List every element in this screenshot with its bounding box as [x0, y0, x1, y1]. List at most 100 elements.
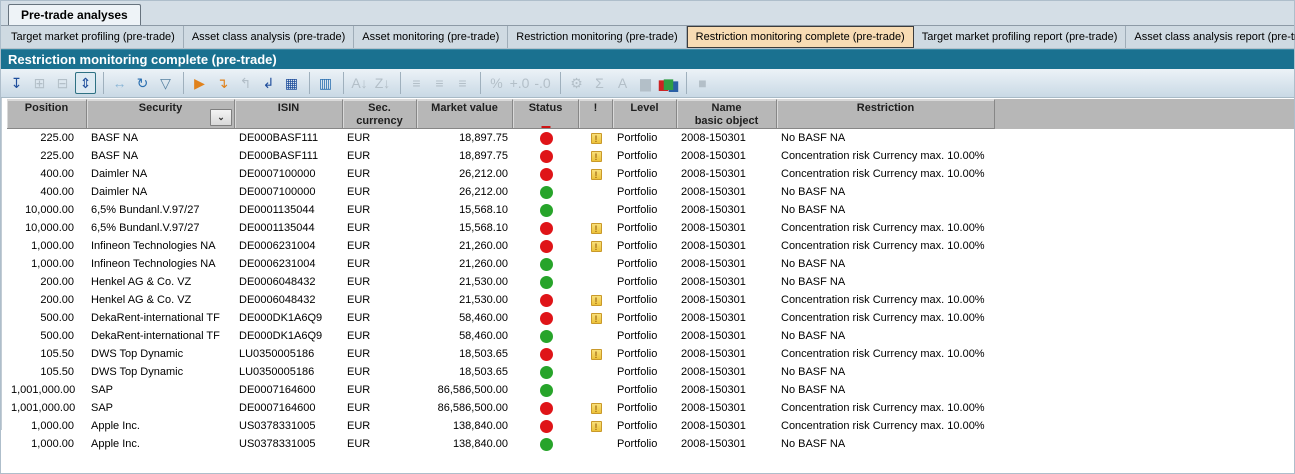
chart-color-icon[interactable]: ▆ [658, 72, 679, 94]
column-header-isin[interactable]: ISIN [235, 99, 343, 129]
cell-currency: EUR [343, 381, 417, 399]
table-row[interactable]: 1,001,000.00 SAP DE0007164600 EUR 86,586… [7, 381, 1294, 399]
cell-market-value: 15,568.10 [417, 201, 513, 219]
table-row[interactable]: 225.00 BASF NA DE000BASF111 EUR 18,897.7… [7, 147, 1294, 165]
sort-descending-icon[interactable]: Z↓ [372, 72, 393, 94]
tab-pre-trade-analyses[interactable]: Pre-trade analyses [8, 4, 141, 25]
drill-back-icon[interactable]: ↰ [235, 72, 256, 94]
table-row[interactable]: 10,000.00 6,5% Bundanl.V.97/27 DE0001135… [7, 201, 1294, 219]
drill-step-icon[interactable]: ↴ [212, 72, 233, 94]
percent-format-icon[interactable]: % [480, 72, 507, 94]
fit-row-height-icon[interactable]: ⇕ [75, 72, 96, 94]
table-row[interactable]: 400.00 Daimler NA DE0007100000 EUR 26,21… [7, 183, 1294, 201]
warning-icon: ! [591, 241, 602, 252]
table-row[interactable]: 500.00 DekaRent-international TF DE000DK… [7, 327, 1294, 345]
cell-basic-object: 2008-150301 [677, 201, 777, 219]
format-values-icon[interactable]: ⚙ [560, 72, 587, 94]
sum-icon[interactable]: Σ [589, 72, 610, 94]
cell-position: 225.00 [7, 129, 87, 147]
table-row[interactable]: 1,000.00 Infineon Technologies NA DE0006… [7, 237, 1294, 255]
table-row[interactable]: 1,000.00 Infineon Technologies NA DE0006… [7, 255, 1294, 273]
tab-restriction-monitoring[interactable]: Restriction monitoring (pre-trade) [508, 26, 686, 48]
column-header-status[interactable]: Status [513, 99, 579, 129]
cell-market-value: 58,460.00 [417, 309, 513, 327]
tab-target-market-profiling-report[interactable]: Target market profiling report (pre-trad… [914, 26, 1127, 48]
tab-restriction-monitoring-complete[interactable]: Restriction monitoring complete (pre-tra… [687, 26, 914, 48]
cell-security: Henkel AG & Co. VZ [87, 291, 235, 309]
cell-isin: DE000BASF111 [235, 147, 343, 165]
tab-asset-class-analysis-report[interactable]: Asset class analysis report (pre-trade) [1126, 26, 1295, 48]
chart-columns-icon[interactable]: ▦ [281, 72, 302, 94]
table-row[interactable]: 200.00 Henkel AG & Co. VZ DE0006048432 E… [7, 291, 1294, 309]
decimal-add-icon[interactable]: +.0 [509, 72, 530, 94]
column-header-market-value[interactable]: Market value [417, 99, 513, 129]
cell-status [513, 165, 579, 183]
table-row[interactable]: 500.00 DekaRent-international TF DE000DK… [7, 309, 1294, 327]
cell-market-value: 138,840.00 [417, 417, 513, 435]
sort-ascending-icon[interactable]: A↓ [343, 72, 370, 94]
expand-all-icon[interactable]: ⊞ [29, 72, 50, 94]
table-row[interactable]: 105.50 DWS Top Dynamic LU0350005186 EUR … [7, 363, 1294, 381]
table-row[interactable]: 400.00 Daimler NA DE0007100000 EUR 26,21… [7, 165, 1294, 183]
cell-level: Portfolio [613, 309, 677, 327]
cell-level: Portfolio [613, 147, 677, 165]
column-header-sec-currency[interactable]: Sec. currency [343, 99, 417, 129]
stop-icon[interactable]: ■ [686, 72, 713, 94]
table-row[interactable]: 1,001,000.00 SAP DE0007164600 EUR 86,586… [7, 399, 1294, 417]
chevron-down-icon: ⌄ [217, 111, 225, 124]
table-row[interactable]: 200.00 Henkel AG & Co. VZ DE0006048432 E… [7, 273, 1294, 291]
table-row[interactable]: 10,000.00 6,5% Bundanl.V.97/27 DE0001135… [7, 219, 1294, 237]
cell-position: 1,001,000.00 [7, 381, 87, 399]
cell-warning [579, 381, 613, 399]
chart-mono-icon[interactable]: ▆ [635, 72, 656, 94]
cell-security: 6,5% Bundanl.V.97/27 [87, 219, 235, 237]
cell-isin: US0378331005 [235, 417, 343, 435]
cell-currency: EUR [343, 399, 417, 417]
cell-status [513, 435, 579, 453]
cell-market-value: 15,568.10 [417, 219, 513, 237]
column-header-level[interactable]: Level [613, 99, 677, 129]
column-header-security[interactable]: Security ⌄ [87, 99, 235, 129]
cell-status [513, 255, 579, 273]
filter-icon[interactable]: ▽ [155, 72, 176, 94]
table-row[interactable]: 1,000.00 Apple Inc. US0378331005 EUR 138… [7, 417, 1294, 435]
restriction-table: Position Security ⌄ ISIN Sec. currency M… [1, 98, 1294, 430]
align-right-icon[interactable]: ≡ [452, 72, 473, 94]
resize-columns-icon[interactable]: ↔ [103, 72, 130, 94]
column-header-restriction[interactable]: Restriction [777, 99, 995, 129]
cell-level: Portfolio [613, 165, 677, 183]
align-left-icon[interactable]: ≡ [400, 72, 427, 94]
tab-asset-class-analysis[interactable]: Asset class analysis (pre-trade) [184, 26, 354, 48]
table-row[interactable]: 225.00 BASF NA DE000BASF111 EUR 18,897.7… [7, 129, 1294, 147]
table-row[interactable]: 105.50 DWS Top Dynamic LU0350005186 EUR … [7, 345, 1294, 363]
tab-asset-monitoring[interactable]: Asset monitoring (pre-trade) [354, 26, 508, 48]
cell-level: Portfolio [613, 417, 677, 435]
align-center-icon[interactable]: ≡ [429, 72, 450, 94]
table-row[interactable]: 1,000.00 Apple Inc. US0378331005 EUR 138… [7, 435, 1294, 453]
cell-currency: EUR [343, 363, 417, 381]
cell-isin: DE0001135044 [235, 201, 343, 219]
font-icon[interactable]: A [612, 72, 633, 94]
refresh-icon[interactable]: ↻ [132, 72, 153, 94]
cell-restriction: No BASF NA [777, 129, 995, 147]
cell-level: Portfolio [613, 399, 677, 417]
cell-market-value: 21,530.00 [417, 291, 513, 309]
collapse-all-icon[interactable]: ⊟ [52, 72, 73, 94]
drill-down-icon[interactable]: ▶ [183, 72, 210, 94]
cell-position: 400.00 [7, 165, 87, 183]
column-header-warning[interactable]: ! [579, 99, 613, 129]
cell-isin: DE0007100000 [235, 183, 343, 201]
column-select-icon[interactable]: ▥ [309, 72, 336, 94]
jump-to-detail-icon[interactable]: ↲ [258, 72, 279, 94]
tab-target-market-profiling[interactable]: Target market profiling (pre-trade) [3, 26, 184, 48]
cell-security: DekaRent-international TF [87, 327, 235, 345]
security-filter-dropdown[interactable]: ⌄ [210, 109, 232, 126]
decimal-remove-icon[interactable]: -.0 [532, 72, 553, 94]
export-rows-icon[interactable]: ↧ [6, 72, 27, 94]
column-header-position[interactable]: Position [7, 99, 87, 129]
cell-basic-object: 2008-150301 [677, 219, 777, 237]
column-header-name-basic-object[interactable]: Name basic object [677, 99, 777, 129]
cell-restriction: No BASF NA [777, 435, 995, 453]
cell-level: Portfolio [613, 273, 677, 291]
cell-warning [579, 183, 613, 201]
